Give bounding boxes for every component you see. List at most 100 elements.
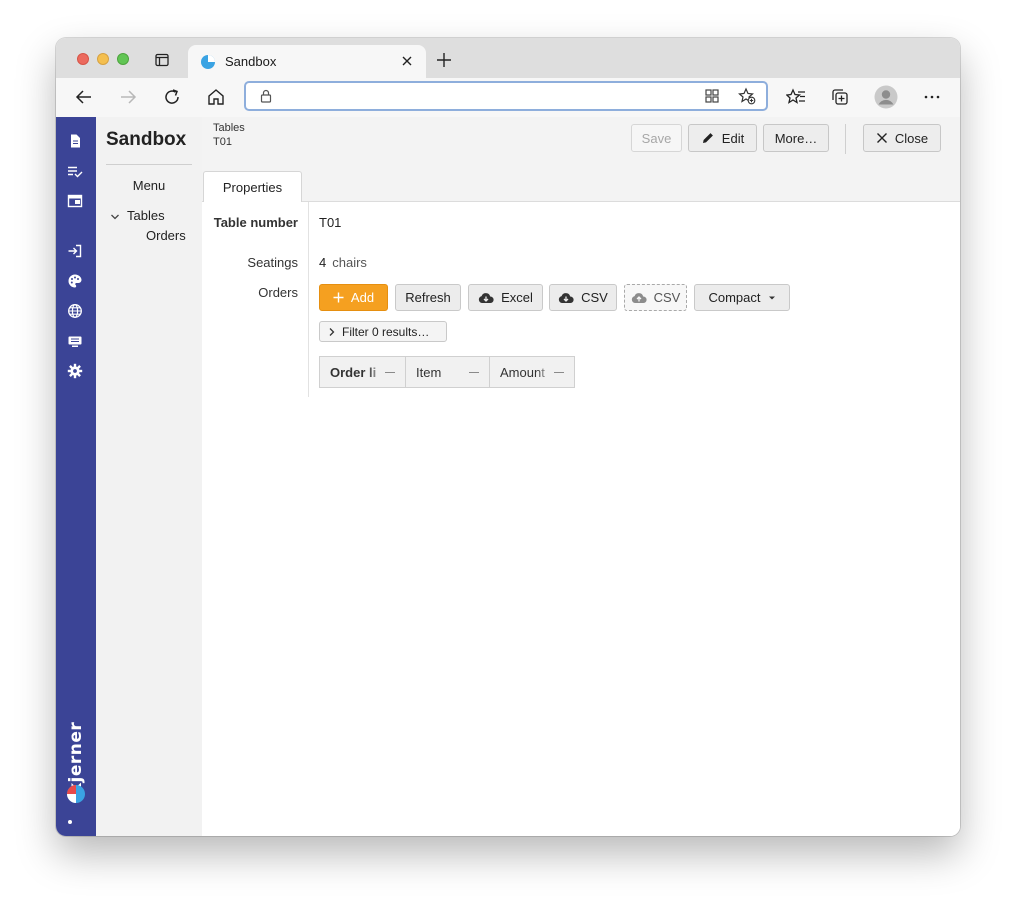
lock-icon — [258, 88, 274, 104]
close-button-label: Close — [894, 130, 929, 146]
compact-view-dropdown[interactable]: Compact — [694, 284, 790, 311]
column-header-amount[interactable]: Amount — [490, 357, 574, 387]
browser-toolbar — [56, 78, 960, 118]
import-csv-button[interactable]: CSV — [624, 284, 687, 311]
header-divider — [845, 124, 846, 154]
globe-icon[interactable] — [67, 303, 83, 319]
column-menu-icon[interactable] — [385, 372, 395, 373]
main-panel: Tables T01 Save Edit More… Close Propert… — [202, 117, 960, 836]
add-order-button-label: Add — [350, 290, 375, 305]
nav-divider — [106, 164, 192, 165]
palette-icon[interactable] — [67, 273, 83, 289]
rail-status-dot — [68, 820, 72, 824]
edit-button-label: Edit — [721, 130, 745, 146]
address-bar[interactable] — [244, 81, 768, 111]
refresh-button-label: Refresh — [405, 290, 451, 305]
seatings-value: 4 chairs — [319, 255, 367, 270]
export-excel-button[interactable]: Excel — [468, 284, 543, 311]
properties-form: Table number T01 Seatings 4 chairs Orders… — [202, 202, 960, 836]
minimize-window-button[interactable] — [97, 53, 109, 65]
record-tabs: Properties — [202, 161, 960, 202]
breadcrumb-parent[interactable]: Tables — [213, 122, 245, 134]
chevron-down-icon — [110, 212, 122, 222]
nav-item-tables-label: Tables — [127, 208, 165, 223]
edit-button[interactable]: Edit — [688, 124, 757, 152]
compact-view-dropdown-label: Compact — [708, 290, 761, 305]
column-header-order-line[interactable]: Order li — [320, 357, 406, 387]
export-excel-button-label: Excel — [501, 290, 533, 305]
cloud-download-icon — [558, 292, 574, 304]
browser-tab[interactable]: Sandbox — [188, 45, 426, 78]
maximize-window-button[interactable] — [117, 53, 129, 65]
back-icon[interactable] — [74, 87, 94, 107]
form-label-divider — [308, 202, 309, 397]
orders-grid-header: Order li Item Amount — [319, 356, 575, 388]
table-number-value: T01 — [319, 215, 342, 230]
add-favorite-icon[interactable] — [738, 87, 756, 105]
browser-window: Sandbox kjerner Sandbox Menu Tables Orde… — [56, 38, 960, 836]
sign-in-icon[interactable] — [67, 243, 83, 259]
nav-panel: Sandbox Menu Tables Orders — [96, 117, 203, 836]
app-area: kjerner Sandbox Menu Tables Orders Table… — [56, 117, 960, 836]
export-csv-button-label: CSV — [581, 290, 608, 305]
record-header: Tables T01 Save Edit More… Close — [202, 117, 960, 162]
caret-down-icon — [768, 295, 776, 301]
collections-icon[interactable] — [830, 87, 850, 107]
gear-icon[interactable] — [67, 363, 83, 379]
nav-item-menu[interactable]: Menu — [96, 178, 202, 193]
column-header-item[interactable]: Item — [406, 357, 490, 387]
keyboard-icon[interactable] — [67, 333, 83, 349]
nav-item-tables[interactable]: Tables — [110, 208, 165, 223]
profile-avatar-icon[interactable] — [874, 85, 898, 109]
window-icon[interactable] — [67, 193, 83, 209]
app-available-icon[interactable] — [704, 88, 720, 104]
tab-properties[interactable]: Properties — [203, 171, 302, 202]
save-button-label: Save — [641, 130, 672, 146]
more-button-label: More… — [774, 130, 818, 146]
nav-title: Sandbox — [106, 129, 187, 150]
tab-title: Sandbox — [225, 54, 277, 69]
home-icon[interactable] — [206, 87, 226, 107]
save-button[interactable]: Save — [631, 124, 682, 152]
nav-item-orders[interactable]: Orders — [146, 228, 186, 243]
close-tab-icon[interactable] — [400, 54, 414, 68]
app-favicon-icon — [200, 54, 216, 70]
refresh-button[interactable]: Refresh — [395, 284, 461, 311]
filter-toggle[interactable]: Filter 0 results… — [319, 321, 447, 342]
seatings-count: 4 — [319, 255, 327, 270]
document-icon[interactable] — [67, 133, 83, 149]
add-order-button[interactable]: Add — [319, 284, 388, 311]
export-csv-button[interactable]: CSV — [549, 284, 617, 311]
close-icon — [876, 132, 888, 144]
forward-icon[interactable] — [118, 87, 138, 107]
breadcrumb-current: T01 — [213, 136, 232, 148]
app-rail: kjerner — [56, 117, 96, 836]
more-options-icon[interactable] — [922, 87, 942, 107]
orders-label: Orders — [258, 285, 298, 300]
checklist-icon[interactable] — [67, 163, 83, 179]
cloud-download-icon — [478, 292, 494, 304]
more-button[interactable]: More… — [763, 124, 829, 152]
new-tab-icon[interactable] — [436, 52, 452, 68]
column-menu-icon[interactable] — [554, 372, 564, 373]
close-window-button[interactable] — [77, 53, 89, 65]
filter-toggle-label: Filter 0 results… — [342, 324, 430, 339]
seatings-label: Seatings — [247, 255, 298, 270]
reload-icon[interactable] — [162, 87, 182, 107]
column-fade — [536, 357, 554, 387]
tab-strip: Sandbox — [56, 38, 960, 78]
column-menu-icon[interactable] — [469, 372, 479, 373]
close-button[interactable]: Close — [863, 124, 941, 152]
table-number-label: Table number — [213, 215, 298, 230]
pencil-icon — [701, 131, 715, 145]
plus-icon — [333, 292, 344, 303]
brand-mark-icon — [66, 784, 86, 804]
tab-actions-icon[interactable] — [154, 52, 170, 68]
seatings-unit: chairs — [332, 255, 367, 270]
brand-logo: kjerner — [65, 722, 87, 804]
chevron-right-icon — [328, 327, 336, 337]
favorites-icon[interactable] — [786, 87, 806, 107]
cloud-upload-icon — [631, 292, 647, 304]
column-header-label: Item — [416, 364, 442, 380]
column-fade — [367, 357, 385, 387]
